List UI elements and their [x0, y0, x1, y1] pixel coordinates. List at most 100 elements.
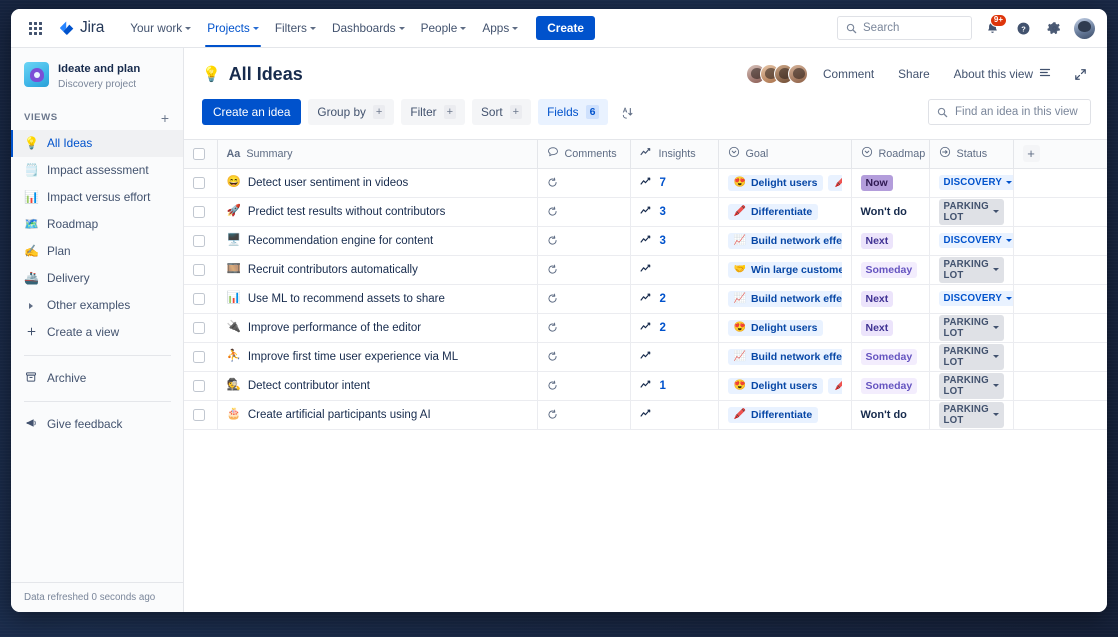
- summary-cell[interactable]: 🎞️ Recruit contributors automatically: [217, 255, 537, 284]
- nav-item-your-work[interactable]: Your work: [122, 9, 199, 47]
- nav-item-dashboards[interactable]: Dashboards: [324, 9, 413, 47]
- row-checkbox[interactable]: [193, 235, 205, 247]
- nav-item-apps[interactable]: Apps: [474, 9, 526, 47]
- status-cell[interactable]: PARKING LOT: [929, 197, 1013, 226]
- sidebar-item-all-ideas[interactable]: 💡 All Ideas: [11, 130, 183, 157]
- comments-cell[interactable]: [537, 400, 630, 429]
- column-header-roadmap[interactable]: Roadmap: [851, 140, 929, 168]
- roadmap-cell[interactable]: Someday: [851, 342, 929, 371]
- summary-cell[interactable]: 🚀 Predict test results without contribut…: [217, 197, 537, 226]
- sidebar-item-other-examples[interactable]: Other examples: [11, 292, 183, 319]
- sidebar-item-delivery[interactable]: 🚢 Delivery: [11, 265, 183, 292]
- roadmap-cell[interactable]: Next: [851, 313, 929, 342]
- row-checkbox[interactable]: [193, 293, 205, 305]
- sidebar-item-plan[interactable]: ✍️ Plan: [11, 238, 183, 265]
- comments-cell[interactable]: [537, 371, 630, 400]
- row-checkbox[interactable]: [193, 380, 205, 392]
- table-row[interactable]: 🖥️ Recommendation engine for content: [184, 226, 1107, 255]
- table-row[interactable]: ⛹️ Improve first time user experience vi…: [184, 342, 1107, 371]
- insights-cell[interactable]: [630, 342, 718, 371]
- goal-cell[interactable]: 🤝 Win large customers: [718, 255, 851, 284]
- status-cell[interactable]: DISCOVERY: [929, 168, 1013, 197]
- status-badge[interactable]: PARKING LOT: [939, 344, 1004, 370]
- add-column-button[interactable]: +: [1023, 145, 1040, 162]
- table-row[interactable]: 🎞️ Recruit contributors automatically: [184, 255, 1107, 284]
- sidebar-item-impact-assessment[interactable]: 🗒️ Impact assessment: [11, 157, 183, 184]
- comment-button[interactable]: Comment: [814, 62, 883, 86]
- sidebar-item-archive[interactable]: Archive: [11, 365, 183, 392]
- status-badge[interactable]: DISCOVERY: [939, 291, 1014, 306]
- create-an-idea-button[interactable]: Create an idea: [202, 99, 301, 125]
- roadmap-cell[interactable]: Won't do: [851, 400, 929, 429]
- goal-cell[interactable]: 🖍️ Differentiate: [718, 197, 851, 226]
- row-checkbox[interactable]: [193, 351, 205, 363]
- sidebar-item-create-a-view[interactable]: Create a view: [11, 319, 183, 346]
- expand-icon[interactable]: [1070, 64, 1091, 85]
- comments-cell[interactable]: [537, 226, 630, 255]
- nav-item-people[interactable]: People: [413, 9, 475, 47]
- create-button[interactable]: Create: [536, 16, 595, 40]
- status-badge[interactable]: PARKING LOT: [939, 199, 1004, 225]
- roadmap-cell[interactable]: Someday: [851, 371, 929, 400]
- goal-cell[interactable]: 📈 Build network effects: [718, 342, 851, 371]
- table-row[interactable]: 🎂 Create artificial participants using A…: [184, 400, 1107, 429]
- status-cell[interactable]: PARKING LOT: [929, 400, 1013, 429]
- status-badge[interactable]: PARKING LOT: [939, 257, 1004, 283]
- filter-button[interactable]: Filter +: [401, 99, 465, 125]
- insights-cell[interactable]: [630, 255, 718, 284]
- insights-cell[interactable]: 3: [630, 226, 718, 255]
- summary-cell[interactable]: ⛹️ Improve first time user experience vi…: [217, 342, 537, 371]
- roadmap-cell[interactable]: Now: [851, 168, 929, 197]
- column-header-insights[interactable]: Insights: [630, 140, 718, 168]
- row-checkbox[interactable]: [193, 206, 205, 218]
- summary-cell[interactable]: 🖥️ Recommendation engine for content: [217, 226, 537, 255]
- select-all-checkbox[interactable]: [193, 148, 205, 160]
- status-badge[interactable]: PARKING LOT: [939, 402, 1004, 428]
- help-button[interactable]: ?: [1012, 17, 1034, 39]
- summary-cell[interactable]: 😄 Detect user sentiment in videos: [217, 168, 537, 197]
- insights-cell[interactable]: 7: [630, 168, 718, 197]
- roadmap-cell[interactable]: Next: [851, 226, 929, 255]
- goal-cell[interactable]: 🖍️ Differentiate: [718, 400, 851, 429]
- column-header-summary[interactable]: Aa Summary: [217, 140, 537, 168]
- insights-cell[interactable]: [630, 400, 718, 429]
- find-idea-input[interactable]: Find an idea in this view: [928, 99, 1091, 125]
- goal-cell[interactable]: 😍 Delight users 🖍️ Diffe: [718, 168, 851, 197]
- roadmap-cell[interactable]: Won't do: [851, 197, 929, 226]
- goal-cell[interactable]: 📈 Build network effects: [718, 226, 851, 255]
- summary-cell[interactable]: 📊 Use ML to recommend assets to share: [217, 284, 537, 313]
- goal-cell[interactable]: 📈 Build network effects: [718, 284, 851, 313]
- status-badge[interactable]: DISCOVERY: [939, 175, 1014, 190]
- table-row[interactable]: 🔌 Improve performance of the editor: [184, 313, 1107, 342]
- comments-cell[interactable]: [537, 313, 630, 342]
- summary-cell[interactable]: 🎂 Create artificial participants using A…: [217, 400, 537, 429]
- jira-home-link[interactable]: Jira: [58, 19, 104, 37]
- about-this-view-button[interactable]: About this view: [945, 62, 1060, 86]
- roadmap-cell[interactable]: Next: [851, 284, 929, 313]
- row-checkbox[interactable]: [193, 409, 205, 421]
- sidebar-item-give-feedback[interactable]: Give feedback: [11, 411, 183, 438]
- column-header-goal[interactable]: Goal: [718, 140, 851, 168]
- project-header[interactable]: Ideate and plan Discovery project: [11, 48, 183, 95]
- insights-cell[interactable]: 1: [630, 371, 718, 400]
- insights-cell[interactable]: 2: [630, 284, 718, 313]
- avatar[interactable]: [788, 64, 808, 84]
- status-cell[interactable]: PARKING LOT: [929, 255, 1013, 284]
- comments-cell[interactable]: [537, 284, 630, 313]
- sort-alpha-icon[interactable]: [615, 101, 640, 124]
- status-cell[interactable]: PARKING LOT: [929, 371, 1013, 400]
- app-switcher-icon[interactable]: [24, 17, 46, 39]
- fields-button[interactable]: Fields 6: [538, 99, 608, 125]
- goal-cell[interactable]: 😍 Delight users: [718, 313, 851, 342]
- roadmap-cell[interactable]: Someday: [851, 255, 929, 284]
- insights-cell[interactable]: 3: [630, 197, 718, 226]
- comments-cell[interactable]: [537, 342, 630, 371]
- nav-item-projects[interactable]: Projects: [199, 9, 267, 47]
- comments-cell[interactable]: [537, 168, 630, 197]
- insights-cell[interactable]: 2: [630, 313, 718, 342]
- add-view-icon[interactable]: +: [159, 111, 171, 125]
- settings-button[interactable]: [1043, 17, 1065, 39]
- user-avatar[interactable]: [1074, 18, 1095, 39]
- sidebar-item-impact-versus-effort[interactable]: 📊 Impact versus effort: [11, 184, 183, 211]
- status-badge[interactable]: PARKING LOT: [939, 373, 1004, 399]
